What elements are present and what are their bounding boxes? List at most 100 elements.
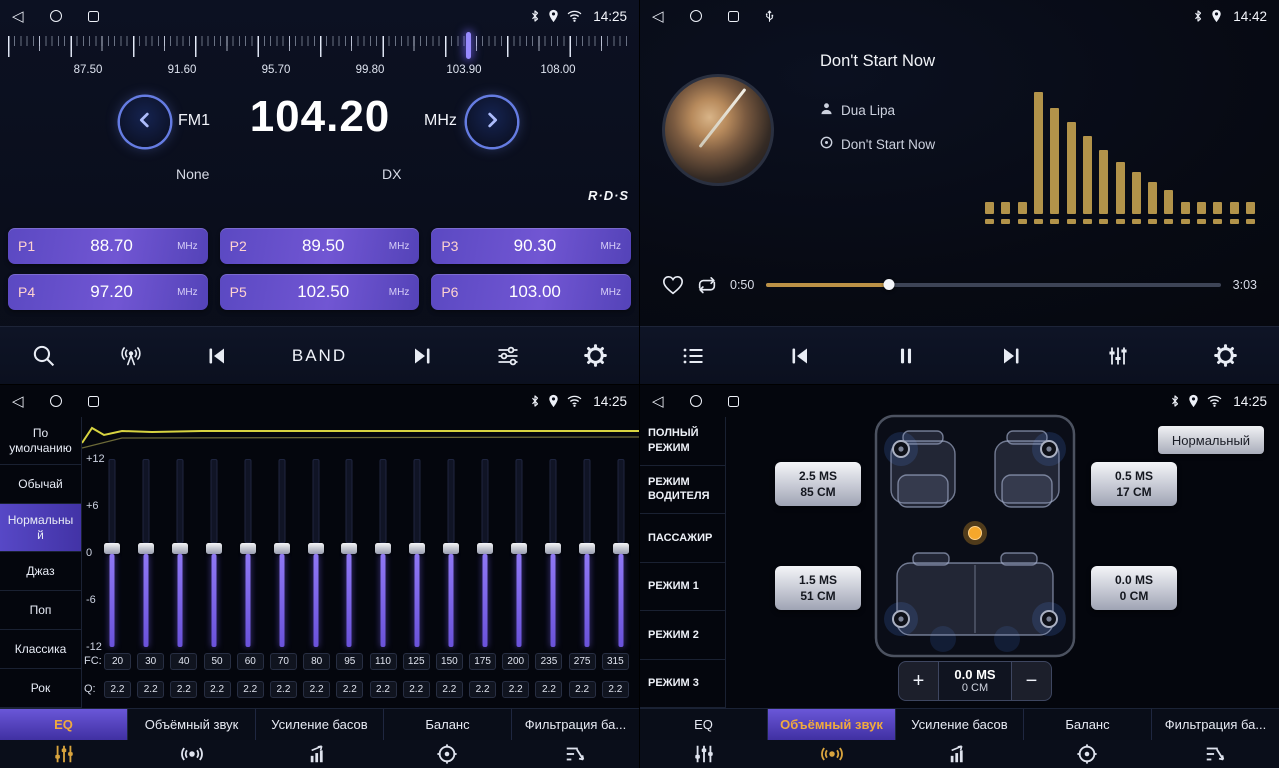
eq-tab-icon[interactable] [640,740,768,768]
band-button[interactable]: BAND [292,346,347,366]
eq-band-slider[interactable] [341,459,357,647]
back-button[interactable]: ◁ [12,9,24,24]
back-button[interactable]: ◁ [652,9,664,24]
delay-rear-left[interactable]: 1.5 MS51 CM [775,566,861,610]
eq-preset-normal[interactable]: Нормальный [0,504,81,552]
eq-band-slider[interactable] [240,459,256,647]
progress-thumb[interactable] [884,279,895,290]
next-icon[interactable] [410,344,434,368]
listener-position-dot[interactable] [969,527,982,540]
mode-2[interactable]: РЕЖИМ 2 [640,611,725,660]
back-button[interactable]: ◁ [652,394,664,409]
tab-eq[interactable]: EQ [0,709,128,740]
bass-boost-tab-icon[interactable] [896,740,1024,768]
home-button[interactable] [50,395,62,407]
home-button[interactable] [690,395,702,407]
delay-increase-button[interactable]: + [899,662,939,700]
filter-tab-icon[interactable] [511,740,639,768]
mode-1[interactable]: РЕЖИМ 1 [640,563,725,612]
eq-band-slider[interactable] [579,459,595,647]
tab-surround[interactable]: Объёмный звук [768,709,896,740]
eq-band-slider[interactable] [104,459,120,647]
preset-label: P5 [230,284,258,300]
progress-bar[interactable] [766,283,1220,287]
delay-front-left[interactable]: 2.5 MS85 CM [775,462,861,506]
eq-band-slider[interactable] [613,459,629,647]
previous-track-icon[interactable] [788,344,812,368]
delay-decrease-button[interactable]: − [1011,662,1051,700]
mode-driver[interactable]: РЕЖИМ ВОДИТЕЛЯ [640,466,725,515]
tab-eq[interactable]: EQ [640,709,768,740]
eq-band-slider[interactable] [308,459,324,647]
filter-tab-icon[interactable] [1151,740,1279,768]
preset-p4[interactable]: P497.20MHz [8,274,208,310]
preset-p3[interactable]: P390.30MHz [431,228,631,264]
mode-full[interactable]: ПОЛНЫЙ РЕЖИМ [640,417,725,466]
eq-preset-jazz[interactable]: Джаз [0,552,81,591]
eq-preset-rock[interactable]: Рок [0,669,81,708]
bluetooth-icon [530,394,540,408]
preset-p2[interactable]: P289.50MHz [220,228,420,264]
delay-ms: 1.5 MS [799,572,837,588]
favorite-icon[interactable] [662,275,684,295]
gear-icon[interactable] [1213,343,1238,368]
surround-tab-icon[interactable] [128,740,256,768]
seek-up-button[interactable] [467,97,517,147]
preset-p6[interactable]: P6103.00MHz [431,274,631,310]
eq-tab-icon[interactable] [0,740,128,768]
playlist-icon[interactable] [681,344,705,368]
tuner-needle[interactable] [466,32,471,59]
seek-down-button[interactable] [120,97,170,147]
eq-band-slider[interactable] [138,459,154,647]
previous-icon[interactable] [205,344,229,368]
broadcast-scan-icon[interactable] [119,344,143,368]
recents-button[interactable] [88,396,99,407]
back-button[interactable]: ◁ [12,394,24,409]
tab-bass-boost[interactable]: Усиление басов [896,709,1024,740]
preset-p1[interactable]: P188.70MHz [8,228,208,264]
eq-band-slider[interactable] [511,459,527,647]
eq-band-slider[interactable] [375,459,391,647]
recents-button[interactable] [728,11,739,22]
eq-band-slider[interactable] [443,459,459,647]
home-button[interactable] [690,10,702,22]
tab-balance[interactable]: Баланс [1024,709,1152,740]
audio-settings-icon[interactable] [496,344,520,368]
surround-tab-icon[interactable] [768,740,896,768]
scale-label: 95.70 [246,64,306,76]
recents-button[interactable] [728,396,739,407]
tab-surround[interactable]: Объёмный звук [128,709,256,740]
gear-icon[interactable] [583,343,608,368]
tab-bass-boost[interactable]: Усиление басов [256,709,384,740]
tab-filter[interactable]: Фильтрация ба... [512,709,639,740]
pause-icon[interactable] [895,345,917,367]
eq-preset-classic[interactable]: Классика [0,630,81,669]
balance-tab-icon[interactable] [383,740,511,768]
sound-preset-button[interactable]: Нормальный [1158,426,1264,454]
eq-band-slider[interactable] [172,459,188,647]
bass-boost-tab-icon[interactable] [256,740,384,768]
balance-tab-icon[interactable] [1023,740,1151,768]
tab-filter[interactable]: Фильтрация ба... [1152,709,1279,740]
eq-band-slider[interactable] [477,459,493,647]
mode-3[interactable]: РЕЖИМ 3 [640,660,725,709]
eq-preset-custom[interactable]: Обычай [0,465,81,504]
eq-band-slider[interactable] [409,459,425,647]
tab-balance[interactable]: Баланс [384,709,512,740]
repeat-icon[interactable] [696,276,718,294]
home-button[interactable] [50,10,62,22]
eq-band-slider[interactable] [206,459,222,647]
mixer-icon[interactable] [1106,344,1130,368]
eq-preset-pop[interactable]: Поп [0,591,81,630]
search-icon[interactable] [31,343,56,368]
tuner-scale[interactable] [8,36,632,58]
eq-band-slider[interactable] [545,459,561,647]
recents-button[interactable] [88,11,99,22]
preset-p5[interactable]: P5102.50MHz [220,274,420,310]
mode-passenger[interactable]: ПАССАЖИР [640,514,725,563]
eq-preset-default[interactable]: По умолчанию [0,417,81,465]
eq-band-slider[interactable] [274,459,290,647]
delay-front-right[interactable]: 0.5 MS17 CM [1091,462,1177,506]
next-track-icon[interactable] [999,344,1023,368]
delay-rear-right[interactable]: 0.0 MS0 CM [1091,566,1177,610]
